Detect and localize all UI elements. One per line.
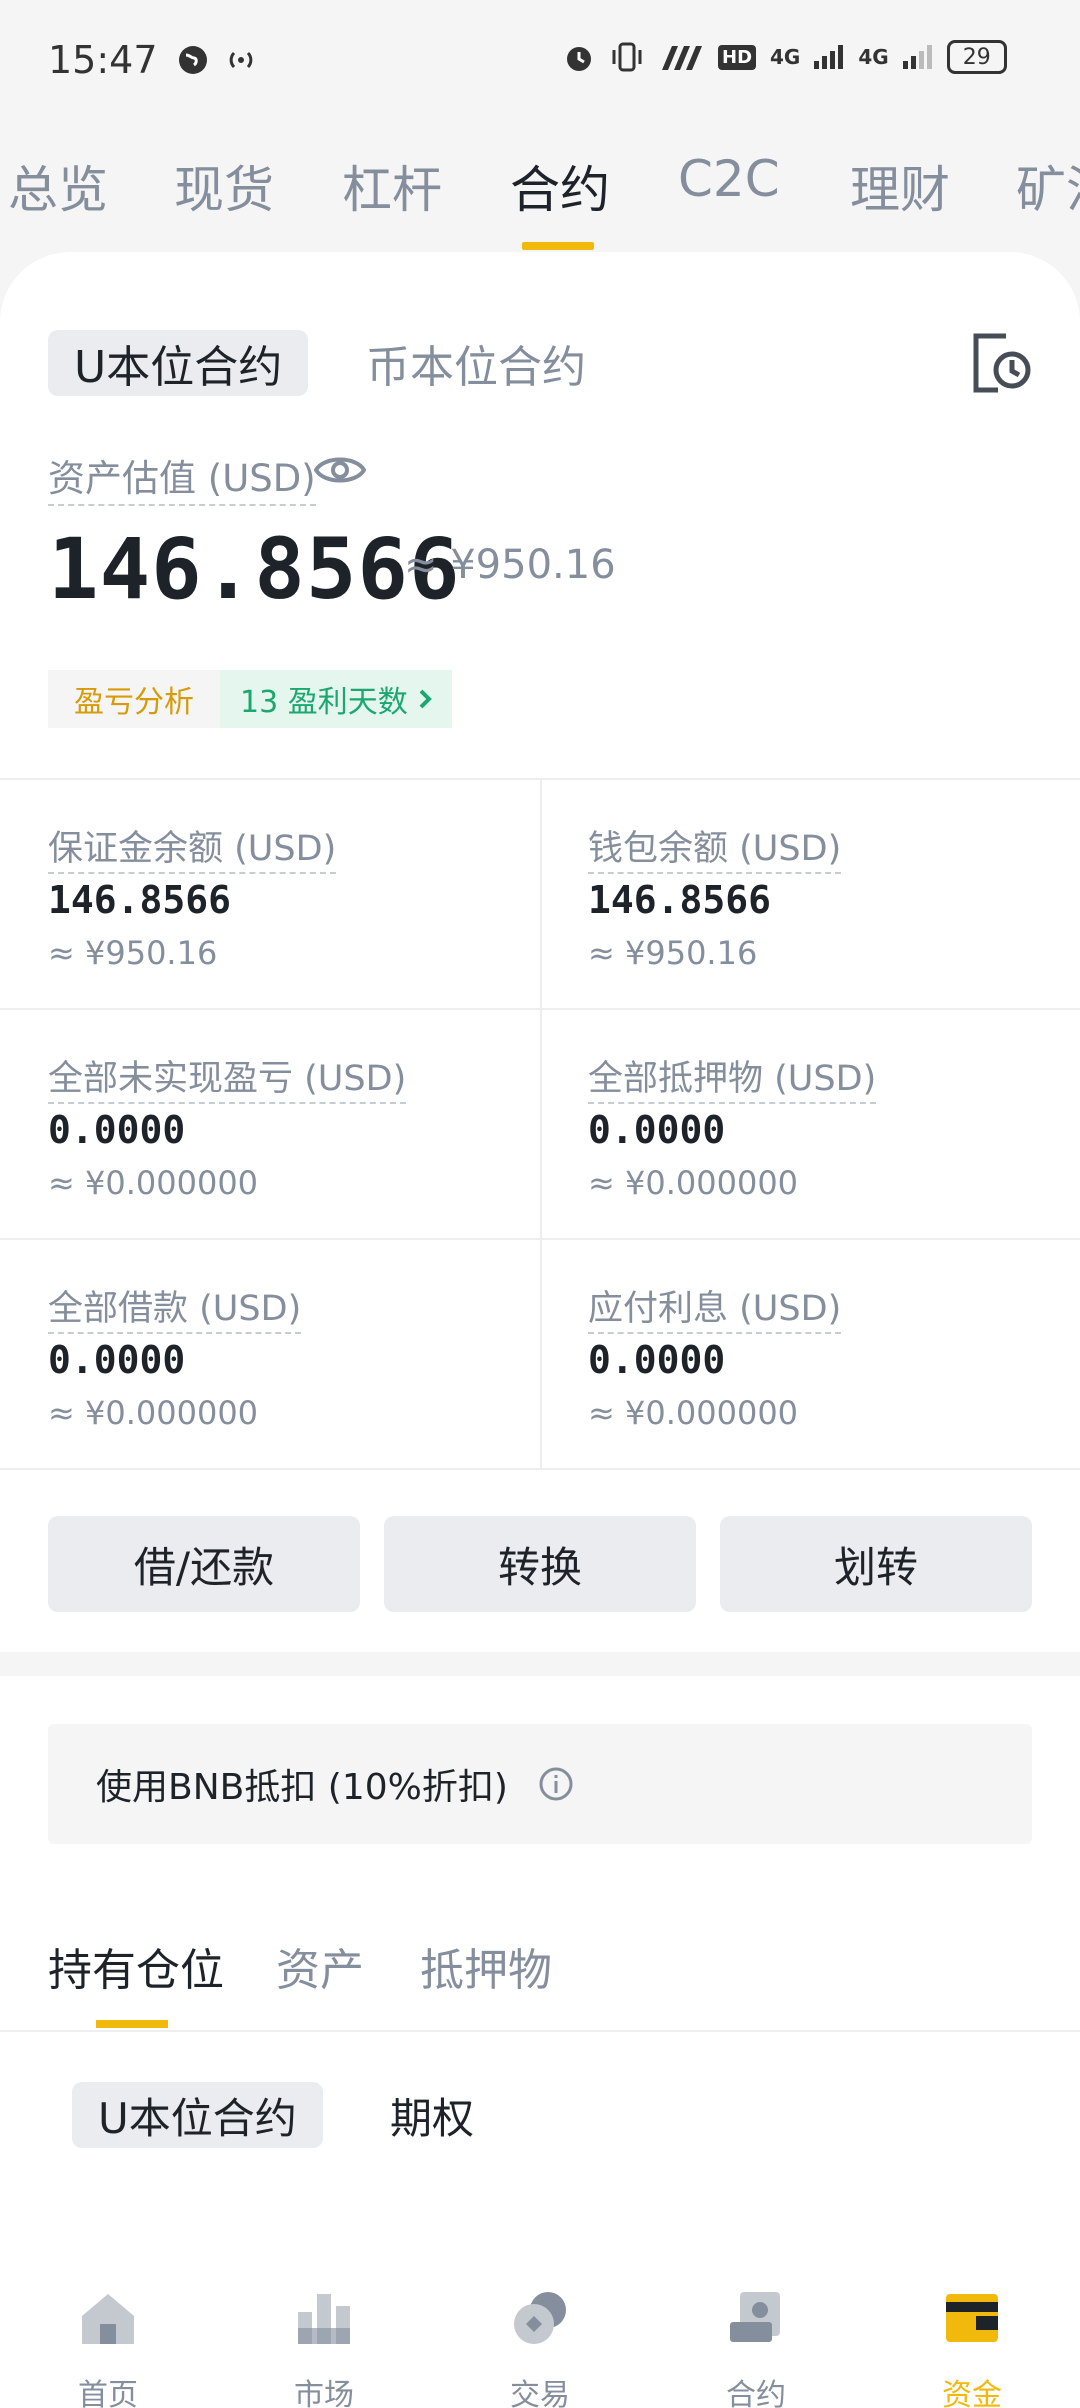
nav-trade-label: 交易 (510, 2378, 570, 2408)
holdings-tab-indicator (96, 2020, 168, 2028)
status-right-icons: HD 4G 4G 29 (562, 40, 1007, 74)
grid-label[interactable]: 全部抵押物 (USD) (588, 1050, 877, 1104)
status-time: 15:47 (48, 38, 158, 82)
holdings-tab-divider (0, 2030, 1080, 2032)
nav-funds-label: 资金 (942, 2378, 1002, 2408)
grid-cell-wallet-balance: 钱包余额 (USD) 146.8566 ≈ ¥950.16 (540, 780, 1080, 1010)
grid-cny: ≈ ¥0.000000 (588, 1164, 799, 1202)
nav-funds[interactable]: 资金 (864, 2270, 1080, 2408)
wallet-icon (946, 2294, 998, 2342)
top-tab-indicator (522, 242, 594, 250)
asset-value: 146.8566 (48, 520, 461, 618)
grid-cell-loans: 全部借款 (USD) 0.0000 ≈ ¥0.000000 (0, 1240, 540, 1470)
vibrate-icon (612, 42, 642, 72)
bottom-nav: 首页 市场 交易 合约 资金 (0, 2270, 1080, 2408)
top-tabs: 总览 现货 杠杆 合约 C2C 理财 矿池 (0, 140, 1080, 250)
grid-value: 146.8566 (588, 878, 772, 922)
nav-market-label: 市场 (294, 2378, 354, 2408)
home-icon (82, 2294, 134, 2344)
grid-label[interactable]: 保证金余额 (USD) (48, 820, 337, 874)
grid-cny: ≈ ¥0.000000 (48, 1394, 259, 1432)
network-4g-1: 4G (770, 45, 801, 69)
section-divider (0, 1660, 1080, 1676)
tab-pool[interactable]: 矿池 (1016, 150, 1080, 222)
convert-button[interactable]: 转换 (384, 1516, 696, 1612)
tab-overview[interactable]: 总览 (8, 150, 108, 222)
bnb-deduction-label: 使用BNB抵扣 (10%折扣) (96, 1767, 508, 1808)
grid-cell-collateral: 全部抵押物 (USD) 0.0000 ≈ ¥0.000000 (540, 1010, 1080, 1240)
segment-usdt-futures[interactable]: U本位合约 (48, 330, 309, 396)
subsegment-options[interactable]: 期权 (364, 2082, 500, 2148)
grid-cell-unrealized-pnl: 全部未实现盈亏 (USD) 0.0000 ≈ ¥0.000000 (0, 1010, 540, 1240)
grid-cny: ≈ ¥950.16 (588, 934, 758, 972)
tab-assets[interactable]: 资产 (276, 1934, 364, 1998)
signal-bars-icon (662, 46, 702, 70)
battery-icon: 29 (946, 40, 1007, 74)
nav-futures-label: 合约 (726, 2378, 786, 2408)
tab-earn[interactable]: 理财 (850, 150, 950, 222)
battery-level: 29 (962, 44, 991, 70)
tab-futures[interactable]: 合约 (510, 150, 610, 222)
history-icon[interactable] (970, 330, 1032, 396)
tab-spot[interactable]: 现货 (174, 150, 274, 222)
hd-badge: HD (718, 44, 757, 70)
tab-collateral[interactable]: 抵押物 (420, 1934, 552, 1998)
grid-cny: ≈ ¥0.000000 (588, 1394, 799, 1432)
profit-days-label: 13 盈利天数 (240, 685, 408, 720)
subsegment-usdt-futures[interactable]: U本位合约 (72, 2082, 323, 2148)
transfer-button[interactable]: 划转 (720, 1516, 1032, 1612)
tab-positions[interactable]: 持有仓位 (48, 1934, 224, 1998)
profit-days-link[interactable]: 13 盈利天数 (220, 670, 452, 728)
eye-icon[interactable] (314, 452, 366, 488)
hotspot-icon (229, 51, 252, 69)
nav-home[interactable]: 首页 (0, 2270, 216, 2408)
nav-market[interactable]: 市场 (216, 2270, 432, 2408)
balance-grid: 保证金余额 (USD) 146.8566 ≈ ¥950.16 钱包余额 (USD… (0, 778, 1080, 1470)
segment-coin-futures[interactable]: 币本位合约 (340, 330, 612, 396)
asset-valuation-label[interactable]: 资产估值 (USD) (48, 448, 316, 506)
asset-approx-cny: ≈ ¥950.16 (404, 542, 616, 588)
grid-value: 0.0000 (588, 1338, 726, 1382)
globe-icon (178, 46, 207, 74)
tab-margin[interactable]: 杠杆 (342, 150, 442, 222)
bnb-deduction-row[interactable]: 使用BNB抵扣 (10%折扣) (48, 1724, 1032, 1844)
chevron-right-icon (419, 689, 432, 709)
grid-value: 146.8566 (48, 878, 232, 922)
grid-label[interactable]: 全部未实现盈亏 (USD) (48, 1050, 407, 1104)
trade-coins-icon (514, 2292, 566, 2344)
cell-signal-weak-icon (902, 45, 932, 69)
grid-label[interactable]: 应付利息 (USD) (588, 1280, 842, 1334)
grid-label[interactable]: 全部借款 (USD) (48, 1280, 302, 1334)
grid-label[interactable]: 钱包余额 (USD) (588, 820, 842, 874)
futures-contract-icon (730, 2292, 780, 2342)
grid-cny: ≈ ¥0.000000 (48, 1164, 259, 1202)
grid-value: 0.0000 (48, 1108, 186, 1152)
borrow-repay-button[interactable]: 借/还款 (48, 1516, 360, 1612)
alarm-icon (567, 47, 591, 71)
pnl-analysis-link[interactable]: 盈亏分析 (48, 670, 220, 728)
grid-value: 0.0000 (588, 1108, 726, 1152)
market-chart-icon (298, 2294, 350, 2344)
nav-futures[interactable]: 合约 (648, 2270, 864, 2408)
nav-home-label: 首页 (78, 2378, 138, 2408)
cell-signal-icon (814, 45, 844, 69)
nav-trade[interactable]: 交易 (432, 2270, 648, 2408)
grid-cny: ≈ ¥950.16 (48, 934, 218, 972)
tab-c2c[interactable]: C2C (678, 150, 780, 208)
info-icon[interactable] (538, 1766, 574, 1802)
grid-cell-margin-balance: 保证金余额 (USD) 146.8566 ≈ ¥950.16 (0, 780, 540, 1010)
network-4g-2: 4G (858, 45, 889, 69)
grid-value: 0.0000 (48, 1338, 186, 1382)
grid-cell-interest: 应付利息 (USD) 0.0000 ≈ ¥0.000000 (540, 1240, 1080, 1470)
pnl-bar: 盈亏分析 13 盈利天数 (48, 670, 452, 728)
